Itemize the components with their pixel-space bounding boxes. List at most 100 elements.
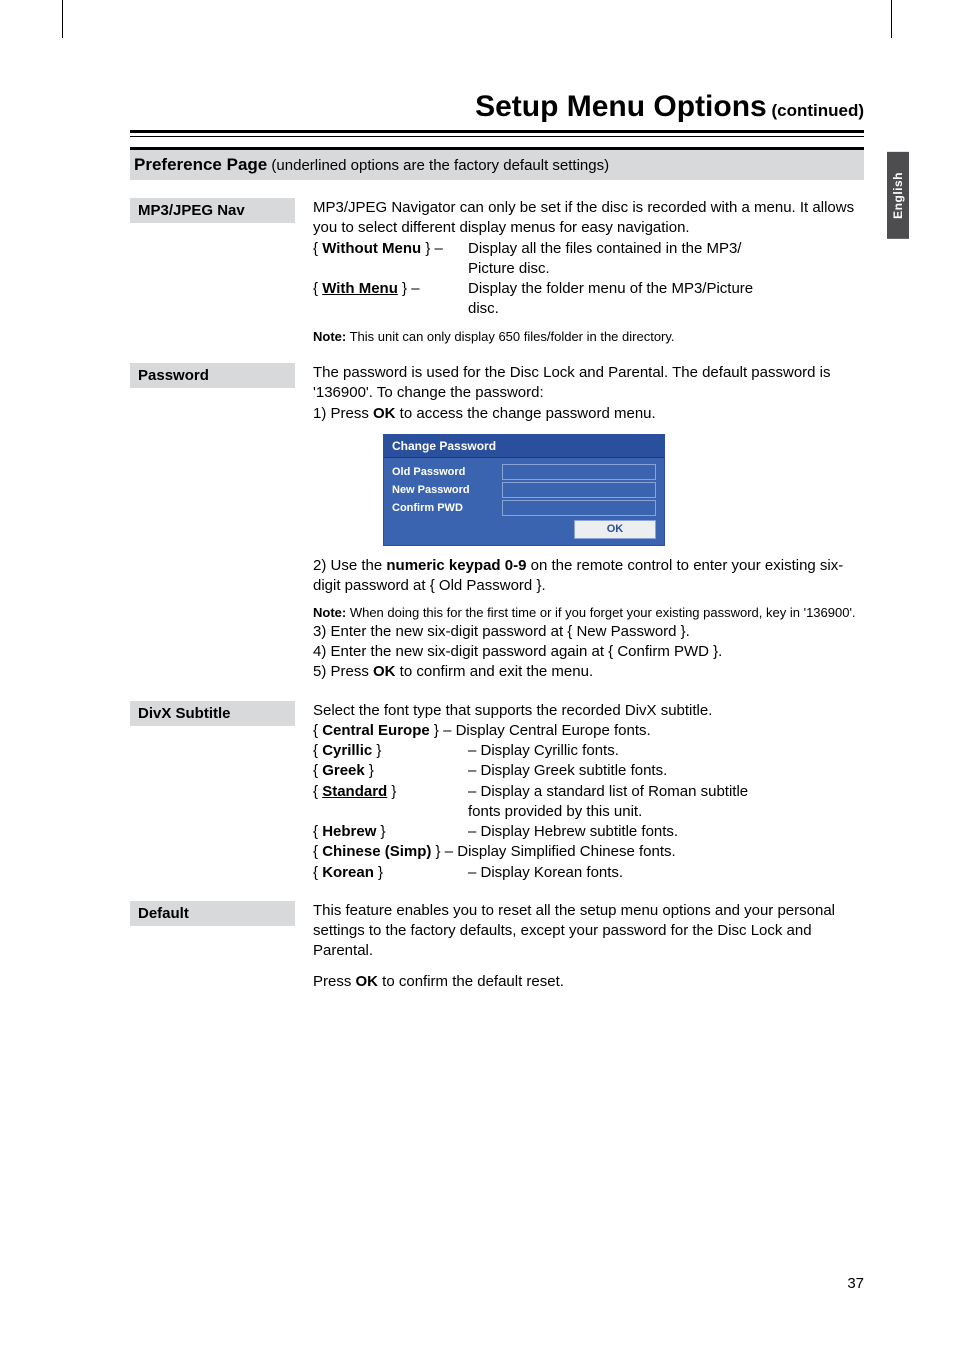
password-step3: 3) Enter the new six-digit password at {… [313,622,864,642]
mp3-intro: MP3/JPEG Navigator can only be set if th… [313,198,864,239]
opt-key-with-menu: { With Menu } – [313,279,468,299]
body-mp3jpeg: MP3/JPEG Navigator can only be set if th… [295,198,864,345]
opt-desc-with-menu-2: disc. [313,299,864,319]
old-password-label: Old Password [392,465,502,480]
divx-ce-key: Central Europe [322,722,430,739]
divx-st: { Standard } – Display a standard list o… [313,782,864,802]
password-step2: 2) Use the numeric keypad 0-9 on the rem… [313,556,864,597]
mp3-opt-without: { Without Menu } – Display all the files… [313,239,864,259]
language-tab: English [887,152,909,239]
old-password-row: Old Password [392,464,656,480]
confirm-pwd-label: Confirm PWD [392,501,502,516]
body-default: This feature enables you to reset all th… [295,901,864,992]
label-default: Default [130,901,295,926]
new-password-row: New Password [392,482,656,498]
title-rule [130,130,864,137]
opt-desc-without-menu: Display all the files contained in the M… [468,239,741,259]
divx-ko-key: Korean [322,864,374,881]
crop-mark [891,0,892,38]
divx-st-desc2: fonts provided by this unit. [313,802,864,822]
mp3-note-text: This unit can only display 650 files/fol… [346,329,674,344]
divx-gr-key: Greek [322,762,365,779]
divx-gr-key-wrap: { Greek } [313,761,468,781]
body-password: The password is used for the Disc Lock a… [295,363,864,683]
preference-page-title: Preference Page [134,155,267,174]
opt-desc-with-menu: Display the folder menu of the MP3/Pictu… [468,279,753,299]
new-password-input[interactable] [502,482,656,498]
preference-page-subtitle: (underlined options are the factory defa… [267,157,609,174]
label-divx: DivX Subtitle [130,701,295,726]
row-mp3jpeg: MP3/JPEG Nav MP3/JPEG Navigator can only… [130,198,864,345]
pw-step1-a: 1) Press [313,405,373,422]
opt-key-without-menu: { Without Menu } – [313,239,468,259]
row-default: Default This feature enables you to rese… [130,901,864,992]
divx-st-desc: – Display a standard list of Roman subti… [468,782,748,802]
divx-ch: { Chinese (Simp) } – Display Simplified … [313,842,864,862]
password-note: Note: When doing this for the first time… [313,604,864,622]
mp3-note-bold: Note: [313,329,346,344]
page-title-row: Setup Menu Options (continued) [130,90,864,124]
password-note-bold: Note: [313,605,346,620]
divx-gr-desc: – Display Greek subtitle fonts. [468,761,667,781]
divx-he: { Hebrew } – Display Hebrew subtitle fon… [313,822,864,842]
body-divx: Select the font type that supports the r… [295,701,864,883]
divx-intro: Select the font type that supports the r… [313,701,864,721]
divx-he-key-wrap: { Hebrew } [313,822,468,842]
label-password: Password [130,363,295,388]
password-step5: 5) Press OK to confirm and exit the menu… [313,662,864,682]
default-p2-b: to confirm the default reset. [378,973,564,990]
pw-ok-button[interactable]: OK [574,520,656,539]
opt-key-with-menu-text: With Menu [322,280,398,297]
default-p2-a: Press [313,973,356,990]
mp3-opt-with: { With Menu } – Display the folder menu … [313,279,864,299]
preference-page-header: Preference Page (underlined options are … [130,147,864,180]
divx-cy: { Cyrillic } – Display Cyrillic fonts. [313,741,864,761]
divx-ko-key-wrap: { Korean } [313,863,468,883]
pw-step5-b: to confirm and exit the menu. [396,663,594,680]
pw-step5-ok: OK [373,663,396,680]
change-password-dialog: Change Password Old Password New Passwor… [383,434,665,546]
divx-ch-desc: – Display Simplified Chinese fonts. [445,843,676,860]
pw-step5-a: 5) Press [313,663,373,680]
page-title-cont: (continued) [767,101,864,120]
mp3-note: Note: This unit can only display 650 fil… [313,328,864,346]
divx-st-key: Standard [322,783,387,800]
page-number: 37 [847,1275,864,1292]
divx-cy-key-wrap: { Cyrillic } [313,741,468,761]
opt-desc-without-menu-2: Picture disc. [313,259,864,279]
divx-ch-key: Chinese (Simp) [322,843,431,860]
crop-mark [62,0,63,38]
divx-cy-desc: – Display Cyrillic fonts. [468,741,619,761]
pw-step2-a: 2) Use the [313,557,386,574]
page-title: Setup Menu Options [475,90,767,123]
divx-st-key-wrap: { Standard } [313,782,468,802]
confirm-pwd-row: Confirm PWD [392,500,656,516]
divx-cy-key: Cyrillic [322,742,372,759]
divx-he-desc: – Display Hebrew subtitle fonts. [468,822,678,842]
pw-step1-b: to access the change password menu. [396,405,656,422]
divx-ko: { Korean } – Display Korean fonts. [313,863,864,883]
pw-step2-kp: numeric keypad 0-9 [386,557,526,574]
password-step4: 4) Enter the new six-digit password agai… [313,642,864,662]
change-password-title: Change Password [384,435,664,458]
row-divx: DivX Subtitle Select the font type that … [130,701,864,883]
page-content: Setup Menu Options (continued) Preferenc… [0,0,954,1032]
divx-ce: { Central Europe } – Display Central Eur… [313,721,864,741]
pw-step1-ok: OK [373,405,396,422]
password-step1: 1) Press OK to access the change passwor… [313,404,864,424]
new-password-label: New Password [392,483,502,498]
confirm-pwd-input[interactable] [502,500,656,516]
change-password-body: Old Password New Password Confirm PWD OK [384,458,664,545]
password-intro: The password is used for the Disc Lock a… [313,363,864,404]
old-password-input[interactable] [502,464,656,480]
pw-ok-row: OK [392,520,656,539]
divx-he-key: Hebrew [322,823,376,840]
default-p2-ok: OK [356,973,379,990]
default-p1: This feature enables you to reset all th… [313,901,864,962]
default-p2: Press OK to confirm the default reset. [313,972,864,992]
divx-gr: { Greek } – Display Greek subtitle fonts… [313,761,864,781]
password-note-text: When doing this for the first time or if… [346,605,855,620]
divx-ko-desc: – Display Korean fonts. [468,863,623,883]
label-mp3jpeg: MP3/JPEG Nav [130,198,295,223]
row-password: Password The password is used for the Di… [130,363,864,683]
